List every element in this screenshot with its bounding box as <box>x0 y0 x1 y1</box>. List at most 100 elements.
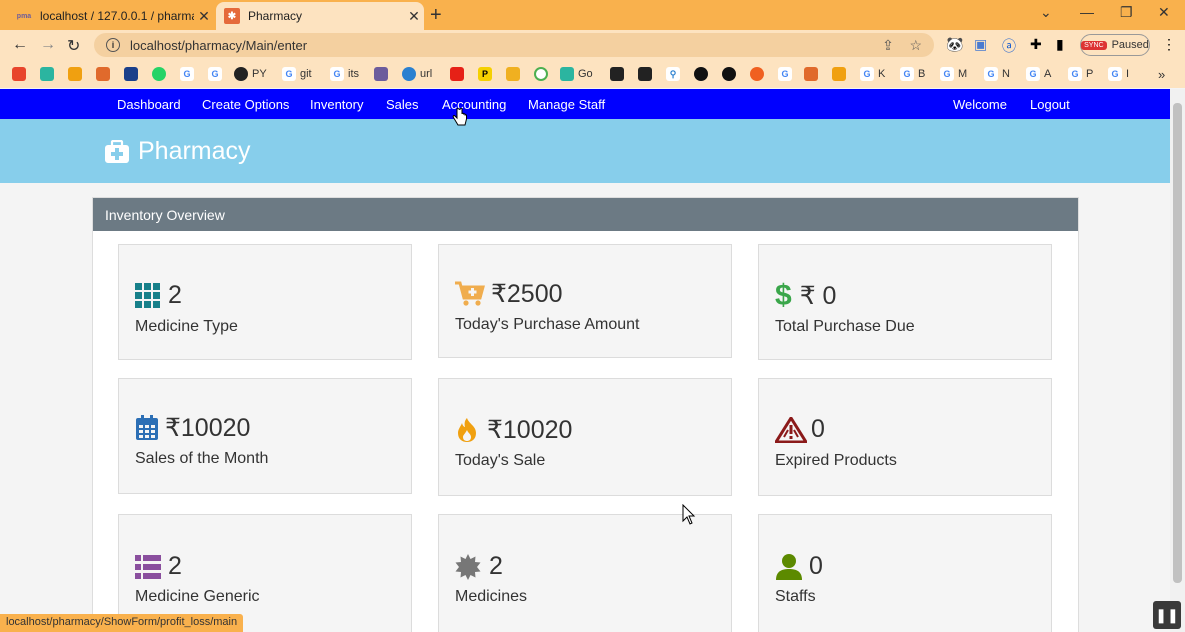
profile-status: Paused <box>1111 39 1149 51</box>
bookmark[interactable] <box>722 67 740 81</box>
nav-manage-staff[interactable]: Manage Staff <box>528 97 605 112</box>
bookmark[interactable] <box>96 67 114 81</box>
warning-icon <box>775 416 807 443</box>
hero-banner: Pharmacy <box>0 119 1170 183</box>
reload-icon[interactable]: ↻ <box>67 36 80 56</box>
tab-search-icon[interactable]: ⌄ <box>1040 4 1052 21</box>
bookmark[interactable] <box>124 67 142 81</box>
google-bookmark[interactable]: Ggit <box>282 67 312 81</box>
tab-title: Pharmacy <box>248 9 303 23</box>
google-bookmark[interactable]: GP <box>1068 67 1093 81</box>
nav-welcome[interactable]: Welcome <box>953 97 1007 112</box>
bookmark[interactable] <box>694 67 712 81</box>
bookmark[interactable]: ⚲ <box>666 67 684 81</box>
google-bookmark[interactable]: GB <box>900 67 925 81</box>
site-info-icon[interactable]: i <box>106 38 120 52</box>
close-tab-icon[interactable]: ✕ <box>404 8 424 25</box>
puzzle-icon[interactable]: ✚ <box>1030 36 1042 53</box>
bookmark[interactable] <box>534 67 552 81</box>
github-bookmark[interactable]: PY <box>234 67 267 81</box>
bookmark[interactable] <box>610 67 628 81</box>
card-expired-products[interactable]: 0 Expired Products <box>758 378 1052 496</box>
google-bookmark[interactable]: GK <box>860 67 885 81</box>
bookmark[interactable] <box>374 67 392 81</box>
more-bookmarks-icon[interactable]: » <box>1158 67 1165 82</box>
browser-tab-phpmyadmin[interactable]: pma localhost / 127.0.0.1 / pharmacig ✕ <box>8 2 214 30</box>
restore-icon[interactable]: ❐ <box>1120 4 1133 21</box>
bookmark[interactable] <box>12 67 30 81</box>
bookmark[interactable] <box>832 67 850 81</box>
bookmark[interactable] <box>638 67 656 81</box>
nav-sales[interactable]: Sales <box>386 97 419 112</box>
share-and-bookmark-icons[interactable]: ⇪ ☆ <box>882 37 922 54</box>
browser-tab-pharmacy[interactable]: ✱ Pharmacy ✕ <box>216 2 424 30</box>
bookmark[interactable]: Go <box>560 67 593 81</box>
bookmark[interactable] <box>68 67 86 81</box>
pause-icon[interactable]: ❚❚ <box>1153 601 1181 629</box>
page-scrollbar[interactable] <box>1170 89 1185 632</box>
scrollbar-thumb[interactable] <box>1173 103 1182 583</box>
card-todays-purchase[interactable]: ₹2500 Today's Purchase Amount <box>438 244 732 358</box>
profile-paused-button[interactable]: SYNC Paused <box>1080 34 1150 56</box>
close-tab-icon[interactable]: ✕ <box>194 8 214 25</box>
user-icon <box>776 553 802 580</box>
url-bookmark[interactable]: url <box>402 67 432 81</box>
extension-icon[interactable]: ⓐ <box>1002 36 1016 56</box>
grid-icon <box>135 283 160 308</box>
card-value: 2 <box>168 281 182 309</box>
bookmark[interactable]: P <box>478 67 496 81</box>
google-bookmark[interactable]: Gits <box>330 67 359 81</box>
card-value: 2 <box>489 552 503 580</box>
app-navbar: Dashboard Create Options Inventory Sales… <box>0 89 1170 119</box>
card-label: Today's Purchase Amount <box>455 316 640 333</box>
card-todays-sale[interactable]: ₹10020 Today's Sale <box>438 378 732 496</box>
bookmark[interactable] <box>506 67 524 81</box>
card-value: ₹ 0 <box>799 282 837 310</box>
card-sales-of-month[interactable]: ₹10020 Sales of the Month <box>118 378 412 494</box>
nav-logout[interactable]: Logout <box>1030 97 1070 112</box>
tab-title: localhost / 127.0.0.1 / pharmacig <box>40 9 194 23</box>
google-bookmark[interactable]: G <box>778 67 796 81</box>
card-value: 2 <box>168 552 182 580</box>
extension-icon[interactable]: ▣ <box>974 36 987 53</box>
nav-inventory[interactable]: Inventory <box>310 97 363 112</box>
google-bookmark[interactable]: GA <box>1026 67 1051 81</box>
card-value: 0 <box>809 552 823 580</box>
card-staffs[interactable]: 0 Staffs <box>758 514 1052 632</box>
back-icon[interactable]: ← <box>12 36 28 54</box>
google-bookmark[interactable]: G <box>180 67 198 81</box>
new-tab-button[interactable]: + <box>430 4 442 27</box>
google-bookmark[interactable]: GN <box>984 67 1010 81</box>
hand-cursor-icon <box>452 108 467 126</box>
card-medicine-type[interactable]: 2 Medicine Type <box>118 244 412 360</box>
card-medicines[interactable]: 2 Medicines <box>438 514 732 632</box>
card-value: 0 <box>811 415 825 443</box>
bookmark[interactable] <box>804 67 822 81</box>
youtube-bookmark[interactable] <box>450 67 468 81</box>
nav-dashboard[interactable]: Dashboard <box>117 97 181 112</box>
minimize-icon[interactable]: — <box>1080 4 1094 20</box>
sidepanel-icon[interactable]: ▮ <box>1056 36 1064 53</box>
nav-create-options[interactable]: Create Options <box>202 97 289 112</box>
panda-extension-icon[interactable]: 🐼 <box>946 36 963 53</box>
google-bookmark[interactable]: G <box>208 67 226 81</box>
whatsapp-bookmark[interactable] <box>152 67 170 81</box>
status-bar-url: localhost/pharmacy/ShowForm/profit_loss/… <box>0 614 244 632</box>
address-bar[interactable]: i localhost/pharmacy/Main/enter ⇪ ☆ <box>94 33 934 57</box>
window-close-icon[interactable]: ✕ <box>1158 4 1170 21</box>
card-value: ₹10020 <box>165 414 251 442</box>
google-bookmark[interactable]: GI <box>1108 67 1129 81</box>
card-value: ₹2500 <box>491 280 563 308</box>
xampp-icon: ✱ <box>224 8 240 24</box>
medkit-icon <box>105 139 129 163</box>
google-bookmark[interactable]: GM <box>940 67 967 81</box>
brand: Pharmacy <box>104 137 251 166</box>
phpmyadmin-icon: pma <box>16 12 32 20</box>
bookmark[interactable] <box>40 67 58 81</box>
card-total-purchase-due[interactable]: $ ₹ 0 Total Purchase Due <box>758 244 1052 360</box>
profile-avatar: SYNC <box>1081 40 1107 50</box>
bookmark[interactable] <box>750 67 768 81</box>
forward-icon[interactable]: → <box>40 36 56 54</box>
card-label: Expired Products <box>775 452 897 469</box>
menu-icon[interactable]: ⋮ <box>1162 36 1176 53</box>
